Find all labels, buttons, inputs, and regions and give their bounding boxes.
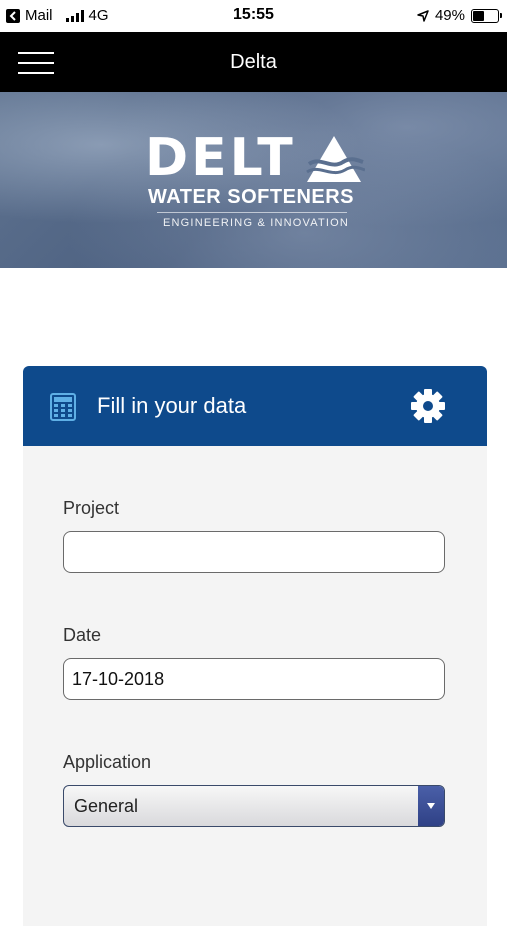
application-select[interactable]: General xyxy=(63,785,445,827)
application-select-value: General xyxy=(74,796,139,816)
project-input[interactable] xyxy=(63,531,445,573)
logo-subtitle: WATER SOFTENERS xyxy=(148,186,355,208)
hamburger-menu-icon[interactable] xyxy=(18,52,54,74)
date-input[interactable] xyxy=(63,658,445,700)
status-bar: Mail 4G 15:55 49% xyxy=(0,0,507,32)
logo-divider xyxy=(157,212,347,213)
dropdown-arrow-icon[interactable] xyxy=(418,786,444,826)
battery-fill xyxy=(473,10,484,21)
gear-icon[interactable] xyxy=(410,388,446,424)
data-entry-card: Fill in your data Project Date Applicati… xyxy=(23,366,487,926)
project-label: Project xyxy=(63,498,120,518)
logo-triangle-wave-icon xyxy=(306,136,365,182)
app-title: Delta xyxy=(230,50,277,73)
logo-main-text: DELT xyxy=(145,128,296,188)
battery-percent: 49% xyxy=(434,7,465,24)
card-header: Fill in your data xyxy=(23,366,487,446)
application-label: Application xyxy=(63,752,152,772)
battery-icon xyxy=(471,8,502,23)
delta-logo: DELT WATER SOFTENERS ENGINEERING & INNOV… xyxy=(145,132,365,232)
hero-banner: DELT WATER SOFTENERS ENGINEERING & INNOV… xyxy=(0,92,507,268)
calculator-icon xyxy=(50,393,76,421)
status-right: 49% xyxy=(417,7,502,24)
logo-tagline: ENGINEERING & INNOVATION xyxy=(163,217,350,229)
date-label: Date xyxy=(63,625,102,645)
app-header: Delta xyxy=(0,32,507,92)
location-arrow-icon xyxy=(417,9,429,22)
card-title: Fill in your data xyxy=(97,393,247,418)
